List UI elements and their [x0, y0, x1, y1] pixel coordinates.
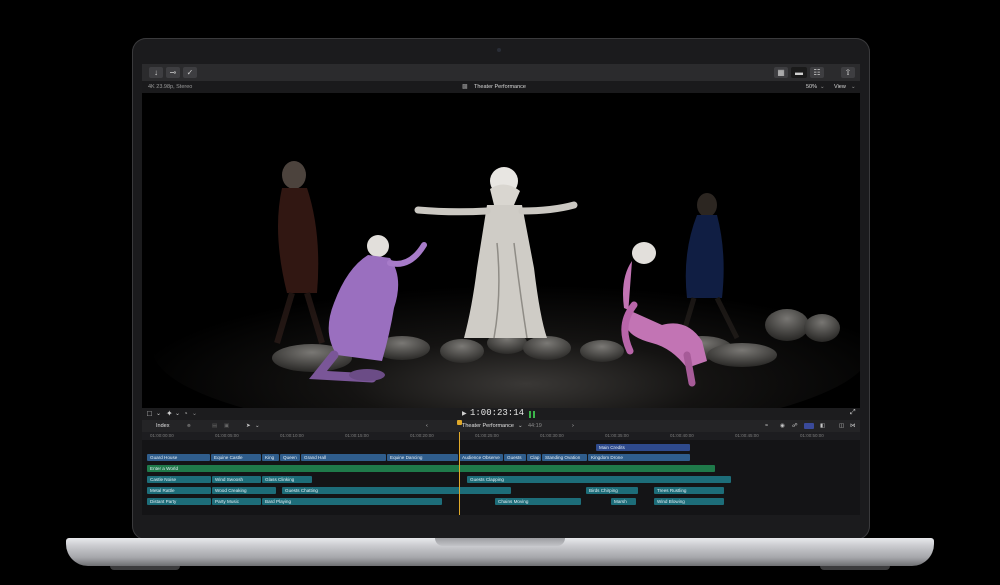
audio-clip[interactable]: Chains Moving: [495, 498, 581, 505]
timecode-display[interactable]: 1:00:23:14: [470, 408, 524, 418]
audio-clip[interactable]: Wood Creaking: [212, 487, 276, 494]
ruler-tick: 01:00:40:00: [670, 433, 694, 438]
audio-clip[interactable]: Castle Noise: [147, 476, 211, 483]
ruler-tick: 01:00:05:00: [215, 433, 239, 438]
timeline-ruler[interactable]: 01:00:00:00 01:00:05:00 01:00:10:00 01:0…: [142, 432, 860, 440]
audio-meter-left: [529, 411, 531, 418]
ruler-tick: 01:00:35:00: [605, 433, 629, 438]
checkmark-icon[interactable]: ✓: [183, 67, 197, 78]
ruler-tick: 01:00:45:00: [735, 433, 759, 438]
import-icon[interactable]: ↓: [149, 67, 163, 78]
zoom-menu[interactable]: 50%: [806, 81, 817, 93]
project-name[interactable]: Theater Performance: [462, 420, 514, 432]
ruler-tick: 01:00:00:00: [150, 433, 174, 438]
audio-clip[interactable]: Trees Rustling: [654, 487, 724, 494]
video-clip[interactable]: Equine Castle: [211, 454, 261, 461]
viewer-title: Theater Performance: [474, 84, 526, 90]
audio-clip[interactable]: Glass Clinking: [262, 476, 312, 483]
ruler-tick: 01:00:10:00: [280, 433, 304, 438]
speed-icon[interactable]: ◔: [183, 409, 188, 418]
solo-icon[interactable]: ◉: [780, 420, 785, 432]
video-clip[interactable]: Queen: [280, 454, 300, 461]
video-clip[interactable]: Grand Hall: [301, 454, 386, 461]
video-clip[interactable]: Equine Dancing: [387, 454, 458, 461]
video-clip[interactable]: Guard House: [147, 454, 210, 461]
audio-clip[interactable]: Guests Clapping: [467, 476, 731, 483]
chevron-down-icon: ⌄: [156, 411, 162, 417]
audio-clip[interactable]: Birds Chirping: [586, 487, 638, 494]
chevron-down-icon: ⌄: [175, 411, 181, 417]
laptop-foot: [110, 566, 180, 570]
title-clip[interactable]: Main Credits: [596, 444, 690, 451]
audio-clip[interactable]: Wind Swoosh: [212, 476, 261, 483]
headphones-icon[interactable]: ☍: [792, 420, 798, 432]
timeline-area[interactable]: 01:00:00:00 01:00:05:00 01:00:10:00 01:0…: [142, 432, 860, 515]
inspector-layout-icon[interactable]: ☷: [810, 67, 824, 78]
effects-browser-icon[interactable]: ◧: [820, 420, 825, 432]
audio-clip[interactable]: Guests Chatting: [282, 487, 511, 494]
audio-clip[interactable]: Metal Rattle: [147, 487, 211, 494]
enhance-icon[interactable]: ✦: [166, 409, 173, 418]
crop-icon[interactable]: □: [147, 409, 152, 418]
video-clip[interactable]: Kingdom Drone: [588, 454, 690, 461]
forward-arrow-icon[interactable]: ›: [572, 420, 574, 432]
audio-clip[interactable]: Wind Blowing: [654, 498, 724, 505]
view-menu[interactable]: View: [834, 81, 846, 93]
project-duration: 44:19: [528, 423, 542, 429]
audio-meter-right: [533, 411, 535, 418]
app-window: ↓ ⊸ ✓ ▦ ▬ ☷ ⇧ 4K 23.98p, Stereo ▩ Theate…: [142, 64, 860, 515]
keyword-icon[interactable]: ⊸: [166, 67, 180, 78]
audio-clip[interactable]: Marsh: [611, 498, 636, 505]
browser-layout-icon[interactable]: ▦: [774, 67, 788, 78]
chevron-down-icon: ⌄: [518, 423, 523, 429]
format-info: 4K 23.98p, Stereo: [148, 84, 193, 90]
timeline-controls: □ ⌄ ✦ ⌄ ◔ ⌄ ▶ 1:00:23:14 ⤢: [142, 408, 860, 420]
connect-icon[interactable]: ▤: [212, 420, 217, 432]
camera-icon: [497, 48, 501, 52]
audio-clip[interactable]: Bard Playing: [262, 498, 442, 505]
ruler-tick: 01:00:50:00: [800, 433, 824, 438]
person-icon[interactable]: ☻: [186, 420, 192, 432]
timeline-layout-icon[interactable]: ▬: [791, 67, 807, 78]
video-viewer[interactable]: [142, 93, 860, 408]
storyline-clip[interactable]: Enter a World: [147, 465, 715, 472]
video-clip[interactable]: Standing Ovation: [542, 454, 587, 461]
laptop-foot: [820, 566, 890, 570]
chevron-down-icon: ⌄: [851, 84, 856, 90]
ruler-tick: 01:00:15:00: [345, 433, 369, 438]
ruler-tick: 01:00:30:00: [540, 433, 564, 438]
clip-appearance-icon[interactable]: [804, 423, 814, 429]
laptop-opening-notch: [435, 538, 565, 546]
ruler-tick: 01:00:20:00: [410, 433, 434, 438]
audio-clip[interactable]: Distant Party: [147, 498, 211, 505]
video-frame-image: [142, 93, 860, 408]
back-arrow-icon[interactable]: ‹: [426, 420, 428, 432]
video-clip[interactable]: Audience Observe: [459, 454, 503, 461]
playhead[interactable]: [459, 432, 460, 515]
share-icon[interactable]: ⇧: [841, 67, 855, 78]
select-tool-icon[interactable]: ➤: [246, 420, 251, 432]
video-clip[interactable]: Guests: [504, 454, 526, 461]
insert-icon[interactable]: ▣: [224, 420, 229, 432]
play-icon[interactable]: ▶: [462, 410, 467, 417]
top-toolbar: ↓ ⊸ ✓ ▦ ▬ ☷ ⇧: [142, 64, 860, 81]
chevron-down-icon: ⌄: [255, 423, 260, 429]
chevron-down-icon: ⌄: [820, 84, 825, 90]
audio-clip[interactable]: Party Music: [212, 498, 261, 505]
video-clip[interactable]: King: [262, 454, 279, 461]
index-button[interactable]: Index: [156, 420, 169, 432]
chevron-down-icon: ⌄: [192, 411, 198, 417]
fullscreen-icon[interactable]: ⤢: [850, 409, 856, 417]
transitions-icon[interactable]: ◫: [839, 420, 844, 432]
viewer-header: 4K 23.98p, Stereo ▩ Theater Performance …: [142, 81, 860, 93]
close-icon[interactable]: ⋈: [850, 420, 856, 432]
audio-skim-icon[interactable]: ≈: [765, 420, 768, 432]
ruler-tick: 01:00:25:00: [475, 433, 499, 438]
playhead-handle[interactable]: [457, 420, 462, 425]
clapper-icon: ▩: [462, 84, 468, 90]
video-clip[interactable]: Clap: [527, 454, 541, 461]
timeline-header: Index ☻ ▤ ▣ ➤ ⌄ ‹ Theater Performance ⌄ …: [142, 420, 860, 432]
